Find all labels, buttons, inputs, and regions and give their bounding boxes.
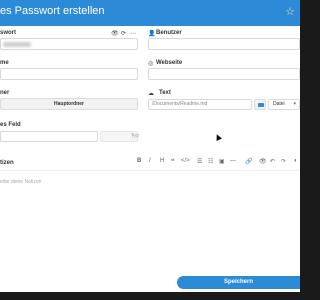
- folder-icon: [258, 103, 264, 107]
- chevron-down-icon: ▾: [293, 101, 296, 107]
- save-button[interactable]: Speichern: [177, 276, 300, 289]
- code-button[interactable]: </>: [181, 158, 190, 164]
- file-path-input[interactable]: /Documents/Readme.md: [148, 99, 252, 110]
- quote-button[interactable]: ❝: [171, 158, 174, 165]
- custom-type-select[interactable]: Typ ▾: [100, 131, 139, 142]
- heading-button[interactable]: H: [160, 158, 164, 164]
- user-icon: 👤: [148, 31, 156, 37]
- horizontal-rule-button[interactable]: —: [230, 158, 236, 164]
- custom-field-label: es Feld: [0, 122, 21, 128]
- browse-folder-button[interactable]: [254, 99, 266, 110]
- name-label: me: [0, 60, 9, 66]
- text-label: Text: [159, 90, 171, 96]
- file-type-value: Datei: [273, 101, 285, 107]
- favorite-star-icon[interactable]: ☆: [285, 5, 295, 18]
- undo-button[interactable]: ↶: [270, 158, 275, 165]
- user-label: Benutzer: [156, 30, 182, 36]
- password-label: swort: [0, 30, 17, 36]
- italic-button[interactable]: I: [149, 158, 151, 164]
- user-input[interactable]: [148, 38, 300, 50]
- bullet-list-button[interactable]: ☰: [197, 158, 202, 165]
- password-value-obscured: [3, 42, 31, 47]
- name-input[interactable]: [0, 68, 138, 80]
- table-button[interactable]: ▣: [219, 158, 225, 165]
- create-password-dialog: es Passwort erstellen ☆ swort 👁 ⟳ ⋯ 👤 Be…: [0, 0, 300, 292]
- notes-toolbar: B I H ❝ </> ☰ ☷ ▣ — 🔗 👁 ↶ ↷ ◐: [137, 158, 300, 168]
- website-label: Webseite: [156, 60, 183, 66]
- file-type-select[interactable]: Datei ▾: [268, 99, 300, 110]
- notes-label: tizen: [0, 160, 14, 166]
- more-options-icon[interactable]: ⋯: [130, 30, 136, 37]
- mouse-cursor: [214, 133, 222, 141]
- bold-button[interactable]: B: [137, 158, 141, 164]
- dialog-titlebar: es Passwort erstellen ☆: [0, 0, 300, 26]
- main-folder-button[interactable]: Hauptordner: [0, 98, 138, 110]
- backdrop: [0, 292, 300, 300]
- link-button[interactable]: 🔗: [245, 158, 252, 165]
- cloud-icon: ☁: [148, 91, 154, 97]
- website-input[interactable]: [148, 68, 300, 80]
- theme-toggle-button[interactable]: ◐: [294, 158, 298, 164]
- password-input[interactable]: [0, 38, 138, 50]
- chevron-down-icon: ▾: [131, 133, 134, 139]
- preview-button[interactable]: 👁: [259, 158, 267, 165]
- globe-icon: ◎: [148, 61, 154, 67]
- notes-placeholder: eibe deine Notizen: [0, 179, 42, 185]
- custom-field-input[interactable]: [0, 131, 98, 142]
- eye-icon[interactable]: 👁: [111, 30, 119, 37]
- redo-button[interactable]: ↷: [281, 158, 286, 165]
- dialog-title: es Passwort erstellen: [0, 5, 105, 17]
- refresh-icon[interactable]: ⟳: [121, 30, 126, 37]
- notes-editor[interactable]: eibe deine Notizen: [0, 170, 300, 266]
- folder-label: ner: [0, 90, 10, 96]
- numbered-list-button[interactable]: ☷: [208, 158, 213, 165]
